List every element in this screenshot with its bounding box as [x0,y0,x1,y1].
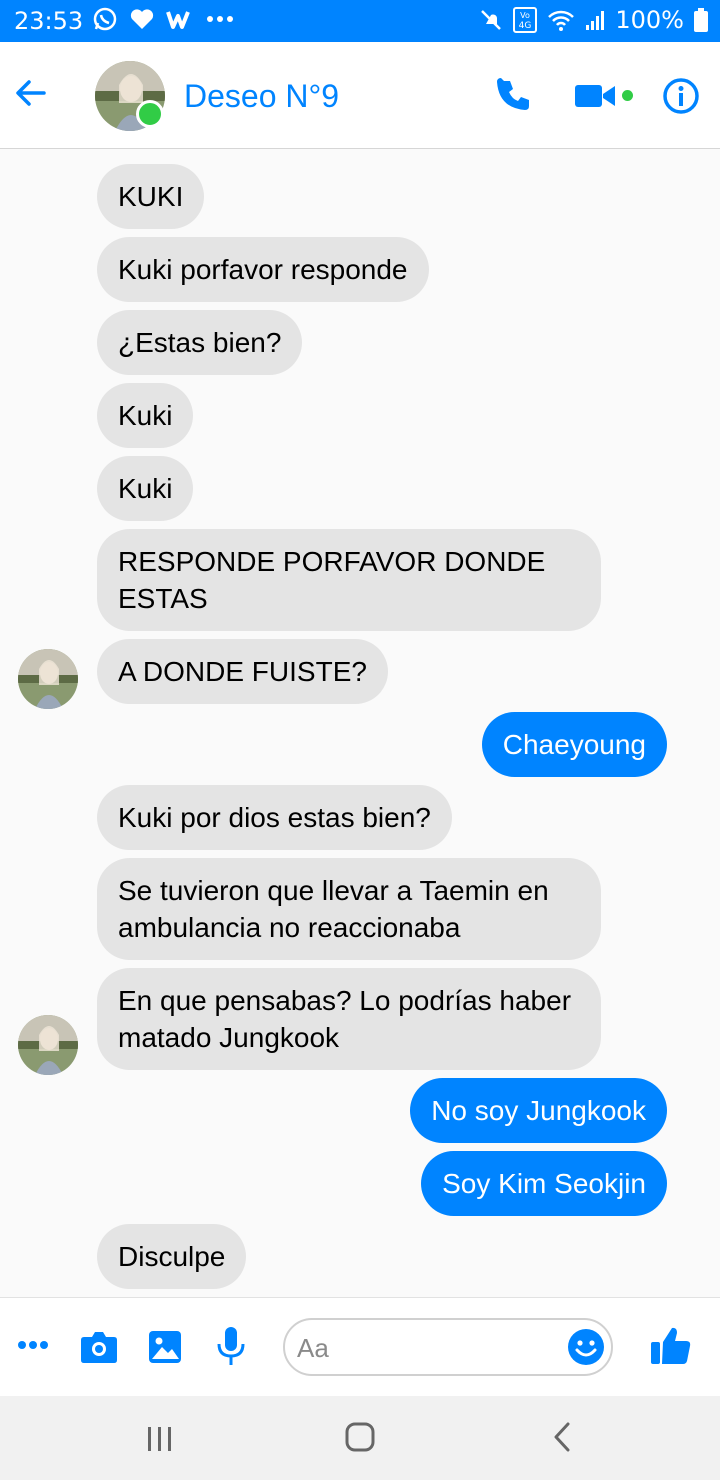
message-bubble-outgoing[interactable]: No soy Jungkook [410,1078,667,1143]
sender-avatar[interactable] [18,1015,78,1075]
status-bar: 23:53 Vo 4G 100% [0,0,720,42]
more-dots-icon [207,16,233,22]
message-bubble-incoming[interactable]: KUKI [97,164,205,229]
battery-icon [694,8,708,32]
recent-apps-icon[interactable] [146,1426,174,1452]
message-bubble-incoming[interactable]: A DONDE FUISTE? [97,639,388,704]
signal-icon [586,11,605,30]
video-active-dot [622,90,633,101]
heart-icon [130,9,154,30]
battery-level: 100% [615,6,684,34]
message-bubble-outgoing[interactable]: Soy Kim Seokjin [421,1151,667,1216]
message-bubble-incoming[interactable]: En que pensabas? Lo podrías haber matado… [97,968,601,1070]
status-time: 23:53 [14,7,84,35]
message-bubble-outgoing[interactable]: Chaeyoung [481,712,667,777]
system-navigation-bar [0,1396,720,1480]
conversation-header: Deseo N°9 [0,42,720,149]
home-icon[interactable] [345,1422,375,1452]
whatsapp-icon [93,7,117,31]
info-icon[interactable] [662,77,700,115]
mute-icon [481,10,502,30]
gallery-icon[interactable] [148,1330,182,1364]
svg-text:Vo: Vo [521,11,531,20]
thumbs-up-icon[interactable] [650,1326,692,1366]
message-bubble-incoming[interactable]: Kuki por dios estas bien? [97,785,452,850]
message-bubble-incoming[interactable]: Se tuvieron que llevar a Taemin en ambul… [97,858,601,960]
message-bubble-incoming[interactable]: Kuki [97,383,194,448]
video-camera-icon[interactable] [574,82,616,110]
microphone-icon[interactable] [217,1326,245,1366]
more-dots-icon[interactable] [18,1340,48,1350]
phone-icon[interactable] [496,78,532,114]
wifi-icon [548,10,575,31]
contact-name[interactable]: Deseo N°9 [184,78,339,115]
message-bubble-incoming[interactable]: RESPONDE PORFAVOR DONDE ESTAS [97,529,601,631]
back-arrow-icon[interactable] [14,76,48,110]
wattpad-icon [166,11,190,29]
message-input[interactable] [295,1328,559,1368]
online-status-dot [136,100,164,128]
message-composer [0,1297,720,1396]
svg-text:4G: 4G [519,21,532,31]
back-nav-icon[interactable] [552,1422,572,1452]
message-bubble-incoming[interactable]: Kuki [97,456,194,521]
volte-4g-icon: Vo 4G [513,7,538,33]
emoji-icon[interactable] [567,1328,605,1366]
camera-icon[interactable] [80,1330,118,1364]
message-input-container[interactable] [283,1318,613,1376]
sender-avatar[interactable] [18,649,78,709]
message-bubble-incoming[interactable]: ¿Estas bien? [97,310,303,375]
message-thread[interactable]: KUKI Kuki porfavor responde ¿Estas bien?… [0,149,720,1297]
message-bubble-incoming[interactable]: Kuki porfavor responde [97,237,429,302]
message-bubble-incoming[interactable]: Disculpe [97,1224,247,1289]
